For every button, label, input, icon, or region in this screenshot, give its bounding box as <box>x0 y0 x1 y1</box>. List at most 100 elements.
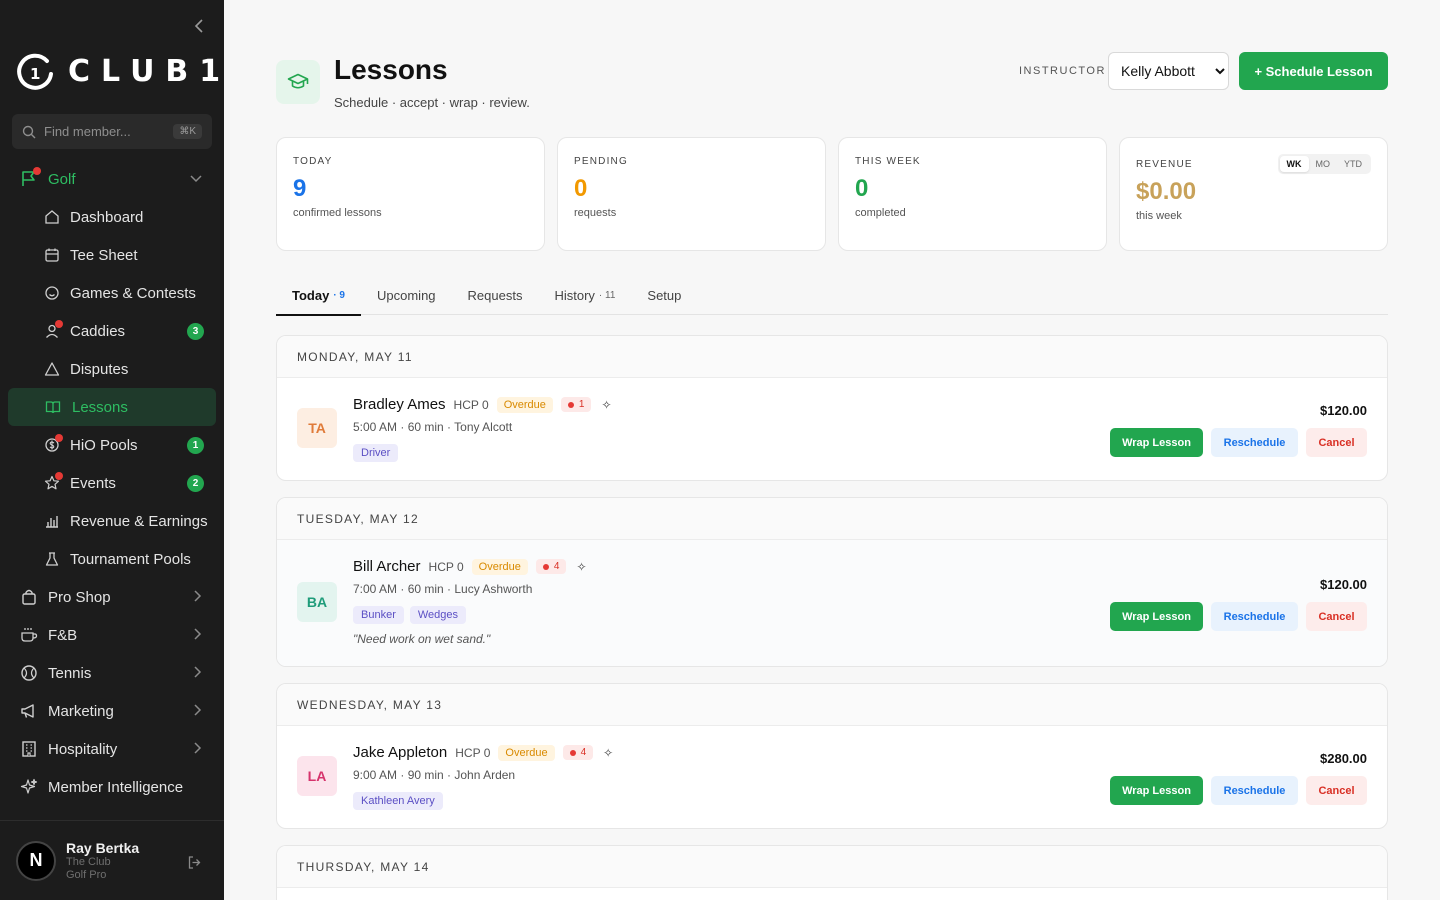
sidebar: 1 CLUB1. ⌘K Golf Dashboard <box>0 0 224 900</box>
sidebar-item-marketing[interactable]: Marketing <box>0 692 224 730</box>
day-group: TUESDAY, MAY 12 BA Bill Archer HCP 0 Ove… <box>276 497 1388 667</box>
home-icon <box>44 209 60 225</box>
notification-dot <box>55 434 63 442</box>
sidebar-nav: Golf Dashboard Tee Sheet Games & Contest… <box>0 160 224 806</box>
lesson-card: BA Bill Archer HCP 0 Overdue 4 ✧ 7:00 AM… <box>277 540 1387 666</box>
flask-icon <box>44 551 60 567</box>
sidebar-item-tournament-pools[interactable]: Tournament Pools <box>0 540 224 578</box>
chevron-right-icon <box>194 665 202 681</box>
stat-card-today: TODAY 9 confirmed lessons <box>276 137 545 251</box>
sidebar-item-disputes[interactable]: Disputes <box>0 350 224 388</box>
cancel-button[interactable]: Cancel <box>1306 428 1367 457</box>
sparkles-icon <box>20 778 38 796</box>
user-profile[interactable]: N Ray Bertka The Club Golf Pro <box>0 820 224 900</box>
sidebar-item-hio-pools[interactable]: HiO Pools 1 <box>0 426 224 464</box>
sidebar-item-member-intelligence[interactable]: Member Intelligence <box>0 768 224 806</box>
reschedule-button[interactable]: Reschedule <box>1211 428 1298 457</box>
stat-caption: confirmed lessons <box>293 207 382 219</box>
sidebar-item-caddies[interactable]: Caddies 3 <box>0 312 224 350</box>
sidebar-item-dashboard[interactable]: Dashboard <box>0 198 224 236</box>
sidebar-item-games-contests[interactable]: Games & Contests <box>0 274 224 312</box>
sparkle-icon[interactable]: ✧ <box>603 746 613 760</box>
stat-card-pending: PENDING 0 requests <box>557 137 826 251</box>
tab-today[interactable]: Today · 9 <box>276 276 361 316</box>
stat-label: TODAY <box>293 156 333 167</box>
period-option-wk[interactable]: WK <box>1279 156 1309 172</box>
sidebar-item-label: Member Intelligence <box>48 778 184 796</box>
sidebar-item-pro-shop[interactable]: Pro Shop <box>0 578 224 616</box>
alert-badge: 4 <box>535 559 567 574</box>
sidebar-item-label: Marketing <box>48 702 114 720</box>
graduation-cap-icon <box>276 60 320 104</box>
tab-upcoming[interactable]: Upcoming <box>361 276 452 315</box>
user-club: The Club <box>66 855 111 868</box>
sparkle-icon[interactable]: ✧ <box>601 398 611 412</box>
search-input[interactable] <box>44 124 164 139</box>
chevron-right-icon <box>194 703 202 719</box>
stat-caption: completed <box>855 207 906 219</box>
stat-card-revenue: REVENUE $0.00 this week WK MO YTD <box>1119 137 1388 251</box>
avatar: N <box>16 840 56 881</box>
alert-dot-icon <box>542 563 549 570</box>
member-name[interactable]: Jake Appleton <box>353 744 447 761</box>
wrap-lesson-button[interactable]: Wrap Lesson <box>1110 602 1203 631</box>
stat-label: THIS WEEK <box>855 156 921 167</box>
schedule-lesson-button[interactable]: + Schedule Lesson <box>1239 52 1388 90</box>
count-badge: 2 <box>187 474 204 492</box>
day-heading: TUESDAY, MAY 12 <box>277 498 1387 540</box>
stat-label: PENDING <box>574 156 628 167</box>
instructor-select[interactable]: Kelly Abbott <box>1108 52 1229 90</box>
sidebar-item-lessons[interactable]: Lessons <box>8 388 216 426</box>
tag: Wedges <box>409 606 467 624</box>
shopping-bag-icon <box>20 588 38 606</box>
cancel-button[interactable]: Cancel <box>1306 776 1367 805</box>
wrap-lesson-button[interactable]: Wrap Lesson <box>1110 428 1203 457</box>
count-badge: 1 <box>187 436 204 454</box>
dollar-circle-icon <box>44 434 63 453</box>
brand-logo: 1 CLUB1. <box>16 52 224 90</box>
lesson-card: TA Bradley Ames HCP 0 Overdue 1 ✧ 5:00 A… <box>277 378 1387 480</box>
sidebar-item-label: Revenue & Earnings <box>70 512 208 530</box>
alert-badge: 4 <box>562 745 594 760</box>
notification-dot <box>55 320 63 328</box>
user-info: Ray Bertka The Club Golf Pro <box>66 840 139 882</box>
sidebar-item-tennis[interactable]: Tennis <box>0 654 224 692</box>
period-option-ytd[interactable]: YTD <box>1337 156 1369 172</box>
day-group: WEDNESDAY, MAY 13 LA Jake Appleton HCP 0… <box>276 683 1388 829</box>
member-name[interactable]: Bradley Ames <box>353 396 446 413</box>
sidebar-item-events[interactable]: Events 2 <box>0 464 224 502</box>
cancel-button[interactable]: Cancel <box>1306 602 1367 631</box>
sidebar-item-golf[interactable]: Golf <box>0 160 224 198</box>
member-search[interactable]: ⌘K <box>12 114 212 149</box>
stat-value: 0 <box>574 175 588 202</box>
alert-count: 4 <box>580 747 587 758</box>
sidebar-item-fnb[interactable]: F&B <box>0 616 224 654</box>
lesson-price: $280.00 <box>1320 751 1367 766</box>
search-shortcut: ⌘K <box>173 124 202 139</box>
lesson-tags: Bunker Wedges <box>353 606 472 624</box>
sidebar-item-tee-sheet[interactable]: Tee Sheet <box>0 236 224 274</box>
collapse-sidebar-icon[interactable] <box>190 16 208 36</box>
member-name[interactable]: Bill Archer <box>353 558 421 575</box>
building-icon <box>20 740 38 758</box>
sidebar-item-revenue-earnings[interactable]: Revenue & Earnings <box>0 502 224 540</box>
reschedule-button[interactable]: Reschedule <box>1211 776 1298 805</box>
user-role: Golf Pro <box>66 868 107 881</box>
tab-setup[interactable]: Setup <box>631 276 697 315</box>
period-option-mo[interactable]: MO <box>1309 156 1338 172</box>
logout-icon[interactable] <box>187 855 202 873</box>
alert-count: 4 <box>553 561 560 572</box>
lesson-meta: 9:00 AM · 90 min · John Arden <box>353 768 516 782</box>
sparkle-icon[interactable]: ✧ <box>576 560 586 574</box>
lesson-title-row: Bradley Ames HCP 0 Overdue 1 ✧ <box>353 396 612 413</box>
reschedule-button[interactable]: Reschedule <box>1211 602 1298 631</box>
wrap-lesson-button[interactable]: Wrap Lesson <box>1110 776 1203 805</box>
user-name: Ray Bertka <box>66 839 140 856</box>
page-title: Lessons <box>334 54 448 85</box>
chevron-right-icon <box>194 589 202 605</box>
tab-history[interactable]: History · 11 <box>538 276 631 315</box>
tab-requests[interactable]: Requests <box>452 276 539 315</box>
sidebar-item-hospitality[interactable]: Hospitality <box>0 730 224 768</box>
lesson-tabs: Today · 9 Upcoming Requests History · 11… <box>276 276 1388 316</box>
sidebar-item-label: Dashboard <box>70 208 144 226</box>
